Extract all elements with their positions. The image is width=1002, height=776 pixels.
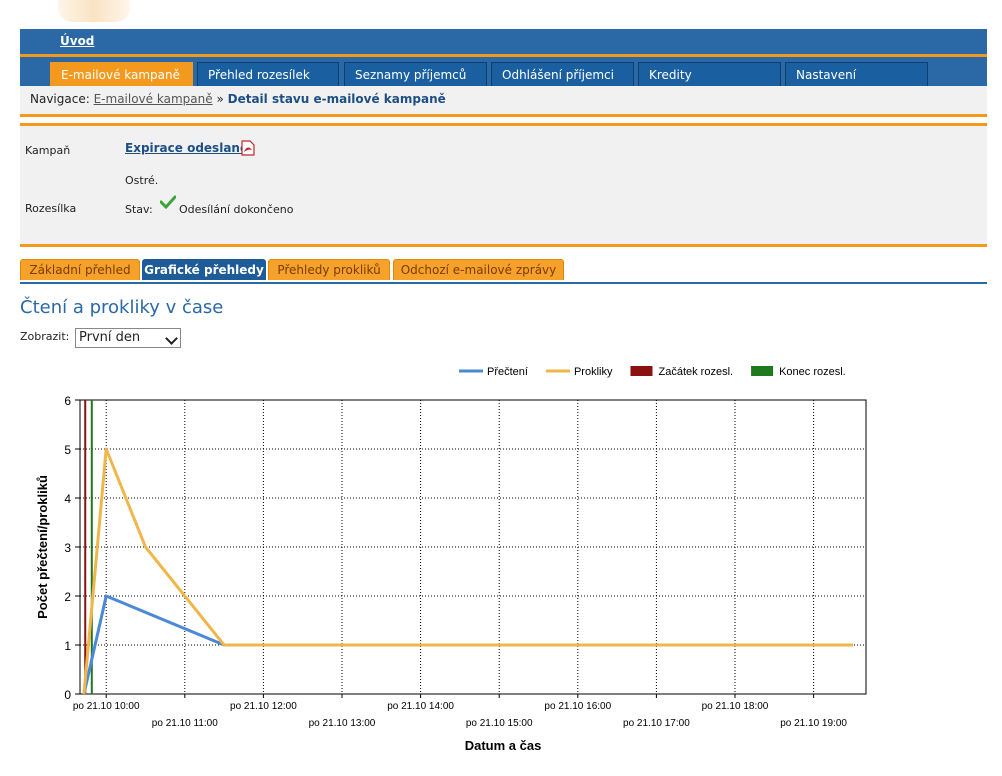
series-line [82, 447, 853, 695]
check-icon [160, 195, 176, 209]
logo [58, 0, 130, 22]
y-tick-label: 6 [64, 394, 71, 408]
x-tick-label: po 21.10 12:00 [230, 701, 297, 712]
main-nav: E-mailové kampaně Přehled rozesílek Sezn… [20, 54, 987, 88]
breadcrumb-prefix: Navigace: [30, 92, 90, 106]
y-axis-label: Počet přečtení/prokliků [35, 475, 50, 619]
tab-settings[interactable]: Nastavení [785, 62, 928, 88]
x-axis-label: Datum a čas [465, 738, 542, 753]
x-tick-label: po 21.10 17:00 [623, 718, 690, 729]
tab-credits[interactable]: Kredity [638, 62, 781, 88]
subtab-basic-overview[interactable]: Základní přehled [20, 259, 140, 280]
campaign-label: Kampaň [25, 144, 71, 157]
filter-label: Zobrazit: [20, 330, 70, 343]
x-tick-label: po 21.10 16:00 [544, 701, 611, 712]
legend-label: Přečtení [487, 366, 528, 378]
x-tick-label: po 21.10 15:00 [466, 718, 533, 729]
dispatch-label: Rozesílka [25, 202, 77, 215]
campaign-info-panel: Kampaň Expirace odeslané Ostré. Rozesílk… [20, 123, 987, 247]
sub-tabs: Základní přehled Grafické přehledy Přehl… [20, 259, 987, 284]
period-select[interactable]: První den [75, 328, 181, 348]
subtab-click-overview[interactable]: Přehledy prokliků [268, 259, 390, 280]
y-tick-label: 3 [64, 541, 71, 555]
home-link[interactable]: Úvod [60, 34, 94, 48]
breadcrumb-link-campaigns[interactable]: E-mailové kampaně [94, 92, 213, 106]
pdf-icon[interactable] [241, 140, 255, 156]
campaign-name-link[interactable]: Expirace odeslané [125, 141, 248, 155]
x-tick-label: po 21.10 13:00 [309, 718, 376, 729]
breadcrumb-current: Detail stavu e-mailové kampaně [227, 92, 446, 106]
legend-swatch [751, 366, 774, 376]
tab-unsubscribed[interactable]: Odhlášení příjemci [491, 62, 634, 88]
y-tick-label: 2 [64, 590, 71, 604]
subtab-graphic-overview[interactable]: Grafické přehledy [142, 259, 266, 280]
chevron-down-icon [165, 332, 178, 345]
series-line [82, 594, 853, 695]
campaign-mode: Ostré. [125, 174, 159, 187]
y-tick-label: 0 [64, 688, 71, 702]
x-tick-label: po 21.10 10:00 [73, 701, 140, 712]
status-label: Stav: [125, 203, 153, 216]
legend-label: Začátek rozesl. [658, 366, 733, 378]
y-tick-label: 1 [64, 639, 71, 653]
x-tick-label: po 21.10 11:00 [152, 718, 218, 729]
y-tick-label: 5 [64, 443, 71, 457]
status-value: Odesílání dokončeno [179, 203, 294, 216]
x-tick-label: po 21.10 14:00 [387, 701, 454, 712]
legend-swatch [630, 366, 653, 376]
tab-email-campaigns[interactable]: E-mailové kampaně [50, 62, 193, 88]
breadcrumb-separator: » [216, 92, 224, 106]
period-select-value: První den [79, 330, 141, 345]
top-bar: Úvod [20, 29, 987, 54]
y-tick-label: 4 [64, 492, 71, 506]
breadcrumb: Navigace: E-mailové kampaně » Detail sta… [20, 86, 987, 117]
x-tick-label: po 21.10 18:00 [702, 701, 769, 712]
tab-recipient-lists[interactable]: Seznamy příjemců [344, 62, 487, 88]
x-tick-label: po 21.10 19:00 [780, 718, 847, 729]
legend-label: Prokliky [574, 366, 613, 378]
plot-frame [79, 399, 867, 695]
legend-label: Konec rozesl. [779, 366, 846, 378]
tab-dispatch-overview[interactable]: Přehled rozesílek [197, 62, 339, 88]
subtab-outgoing-emails[interactable]: Odchozí e-mailové zprávy [393, 259, 564, 280]
section-title: Čtení a prokliky v čase [20, 297, 224, 318]
